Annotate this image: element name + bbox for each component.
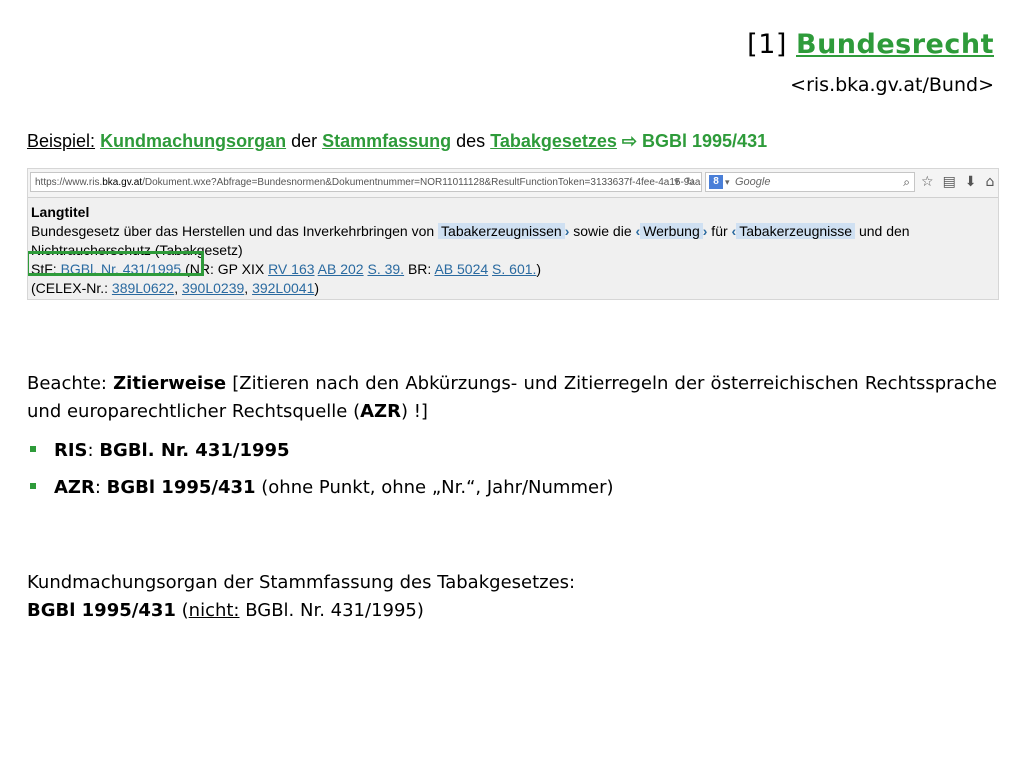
chevron-down-icon[interactable]: ▾ [725,174,730,192]
celex-line: (CELEX-Nr.: 389L0622, 390L0239, 392L0041… [31,280,320,296]
bullet-square-icon [30,446,36,452]
document-content: Langtitel Bundesgesetz über das Herstell… [28,203,996,298]
address-bar[interactable]: https://www.ris.bka.gv.at/Dokument.wxe?A… [30,172,702,192]
langtitel-line-1: Bundesgesetz über das Herstellen und das… [31,223,910,239]
bullet-square-icon [30,483,36,489]
citation-note: Beachte: Zitierweise [Zitieren nach den … [27,373,997,422]
toolbar-icons: ☆ ▤ ⬇ ⌂ [921,172,998,192]
kundmachungsorgan-link[interactable]: Kundmachungsorgan [100,131,286,151]
google-icon: 8 [709,175,723,189]
title-prefix: [1] [747,29,796,60]
celex-link[interactable]: 389L0622 [112,280,174,296]
search-placeholder: Google [735,176,771,188]
browser-screenshot: https://www.ris.bka.gv.at/Dokument.wxe?A… [27,168,999,300]
bundesrecht-link[interactable]: Bundesrecht [796,29,994,60]
page-title: [1] Bundesrecht [747,28,994,62]
stammfassung-link[interactable]: Stammfassung [322,131,451,151]
celex-link[interactable]: 390L0239 [182,280,244,296]
page-subtitle: <ris.bka.gv.at/Bund> [790,74,994,96]
list-item: RIS: BGBl. Nr. 431/1995 [27,437,290,465]
search-icon[interactable]: ⌕ [903,173,910,191]
example-line: Beispiel: Kundmachungsorgan der Stammfas… [27,130,767,152]
example-text: der [286,131,323,151]
ab-link[interactable]: AB 202 [318,261,364,277]
arrow-icon: ⇨ [616,131,643,151]
rv-link[interactable]: RV 163 [268,261,314,277]
tabakgesetz-link[interactable]: Tabakgesetzes [490,131,617,151]
highlight-werbung: Werbung [640,223,703,239]
bookmarks-list-icon[interactable]: ▤ [943,174,956,190]
reload-icon[interactable]: ↻ [686,175,695,188]
conclusion: Kundmachungsorgan der Stammfassung des T… [27,569,575,625]
langtitel-heading: Langtitel [31,204,90,220]
s39-link[interactable]: S. 39. [367,261,404,277]
search-input[interactable]: 8 ▾ Google ⌕ [705,172,915,192]
example-citation: BGBl 1995/431 [642,131,768,151]
highlight-tabakerzeugnissen: Tabakerzeugnissen [438,223,565,239]
list-item: AZR: BGBl 1995/431 (ohne Punkt, ohne „Nr… [27,474,614,502]
ab5024-link[interactable]: AB 5024 [434,261,488,277]
home-icon[interactable]: ⌂ [986,174,995,190]
example-text: des [451,131,491,151]
dropdown-icon[interactable]: ▾ [674,175,680,188]
celex-link[interactable]: 392L0041 [252,280,314,296]
highlight-box [28,251,204,276]
conclusion-line-1: Kundmachungsorgan der Stammfassung des T… [27,572,576,593]
bookmark-star-icon[interactable]: ☆ [921,174,934,190]
nicht-label: nicht: [188,600,240,621]
note-term: Zitierweise [113,373,227,394]
s601-link[interactable]: S. 601. [492,261,536,277]
highlight-tabakerzeugnisse: Tabakerzeugnisse [736,223,856,239]
conclusion-line-2: BGBl 1995/431 (nicht: BGBl. Nr. 431/1995… [27,600,424,621]
note-azr: AZR [360,401,401,422]
browser-toolbar: https://www.ris.bka.gv.at/Dokument.wxe?A… [28,169,998,198]
address-controls: ▾ ↻ [668,172,695,192]
title-block: [1] Bundesrecht <ris.bka.gv.at/Bund> [747,28,994,98]
example-label: Beispiel: [27,131,96,151]
download-icon[interactable]: ⬇ [965,174,977,190]
